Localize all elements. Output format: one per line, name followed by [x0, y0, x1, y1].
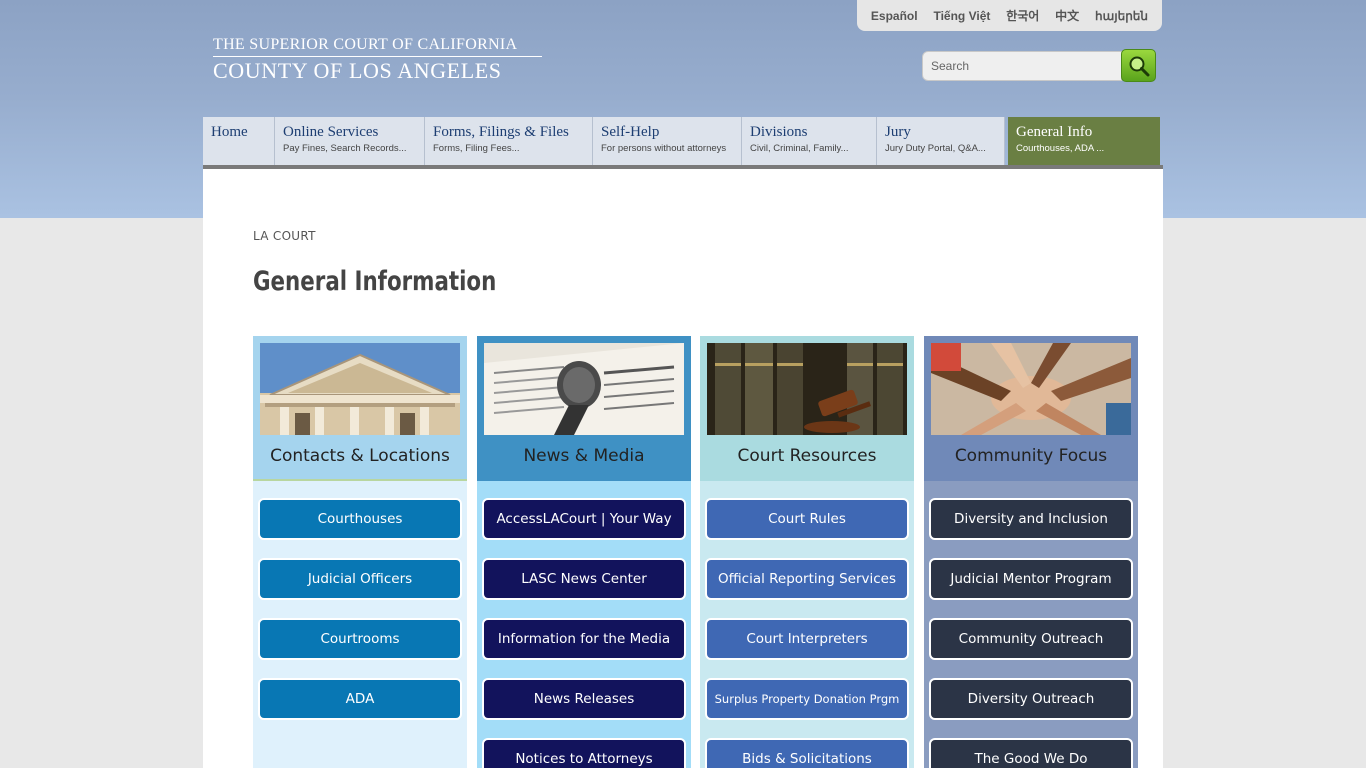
lang-spanish[interactable]: Español	[871, 9, 918, 23]
courthouses-button[interactable]: Courthouses	[258, 498, 462, 540]
nav-self-help-sub: For persons without attorneys	[601, 143, 727, 154]
nav-online-services-title: Online Services	[283, 124, 379, 140]
column-header: Community Focus	[924, 336, 1138, 481]
nav-self-help-title: Self-Help	[601, 124, 660, 140]
column-title: Community Focus	[954, 446, 1108, 466]
main-content: LA COURT General Information Contacts & …	[203, 169, 1163, 768]
law-books-gavel-image	[707, 343, 907, 435]
column-header: Court Resources	[700, 336, 914, 481]
search-button[interactable]	[1121, 49, 1156, 82]
nav-jury-title: Jury	[885, 124, 911, 140]
courtrooms-button[interactable]: Courtrooms	[258, 618, 462, 660]
nav-divisions-title: Divisions	[750, 124, 808, 140]
good-we-do-button[interactable]: The Good We Do	[929, 738, 1133, 768]
judicial-officers-button[interactable]: Judicial Officers	[258, 558, 462, 600]
nav-self-help[interactable]: Self-Help For persons without attorneys	[593, 117, 742, 165]
nav-general-info-title: General Info	[1016, 124, 1093, 140]
courthouse-image	[260, 343, 460, 435]
logo-line1: THE SUPERIOR COURT OF CALIFORNIA	[213, 36, 518, 53]
column-title: Court Resources	[737, 446, 877, 466]
page-title: General Information	[253, 266, 497, 297]
main-nav: Home Online Services Pay Fines, Search R…	[203, 117, 1163, 165]
nav-jury[interactable]: Jury Jury Duty Portal, Q&A...	[877, 117, 1005, 165]
notices-to-attorneys-button[interactable]: Notices to Attorneys	[482, 738, 686, 768]
column-links: AccessLACourt | Your Way LASC News Cente…	[477, 481, 691, 768]
logo-rule	[213, 56, 542, 57]
nav-forms-title: Forms, Filings & Files	[433, 124, 569, 140]
nav-divisions-sub: Civil, Criminal, Family...	[750, 143, 849, 154]
court-interpreters-button[interactable]: Court Interpreters	[705, 618, 909, 660]
joined-hands-image	[931, 343, 1131, 435]
lang-vietnamese[interactable]: Tiếng Việt	[933, 9, 990, 23]
newspaper-microphone-image	[484, 343, 684, 435]
nav-general-info[interactable]: General Info Courthouses, ADA ...	[1008, 117, 1160, 165]
nav-jury-sub: Jury Duty Portal, Q&A...	[885, 143, 986, 154]
diversity-inclusion-button[interactable]: Diversity and Inclusion	[929, 498, 1133, 540]
lasc-news-center-button[interactable]: LASC News Center	[482, 558, 686, 600]
logo-line2: COUNTY OF LOS ANGELES	[213, 58, 502, 83]
ada-button[interactable]: ADA	[258, 678, 462, 720]
nav-online-services-sub: Pay Fines, Search Records...	[283, 143, 407, 154]
search-input[interactable]: Search	[922, 51, 1122, 81]
nav-general-info-sub: Courthouses, ADA ...	[1016, 143, 1105, 154]
nav-home-title: Home	[211, 124, 248, 140]
official-reporting-services-button[interactable]: Official Reporting Services	[705, 558, 909, 600]
lang-armenian[interactable]: հայերեն	[1095, 9, 1148, 23]
accesslacourt-button[interactable]: AccessLACourt | Your Way	[482, 498, 686, 540]
diversity-outreach-button[interactable]: Diversity Outreach	[929, 678, 1133, 720]
lang-korean[interactable]: 한국어	[1006, 7, 1039, 24]
information-for-media-button[interactable]: Information for the Media	[482, 618, 686, 660]
column-links: Court Rules Official Reporting Services …	[700, 481, 914, 768]
site-logo[interactable]: THE SUPERIOR COURT OF CALIFORNIA COUNTY …	[213, 36, 543, 83]
nav-home[interactable]: Home	[203, 117, 275, 165]
column-court-resources: Court Resources Court Rules Official Rep…	[700, 336, 914, 768]
news-releases-button[interactable]: News Releases	[482, 678, 686, 720]
column-links: Diversity and Inclusion Judicial Mentor …	[924, 481, 1138, 768]
nav-online-services[interactable]: Online Services Pay Fines, Search Record…	[275, 117, 425, 165]
bids-solicitations-button[interactable]: Bids & Solicitations	[705, 738, 909, 768]
language-bar: Español Tiếng Việt 한국어 中文 հայերեն	[857, 0, 1162, 31]
column-title: Contacts & Locations	[270, 446, 450, 466]
nav-forms-sub: Forms, Filing Fees...	[433, 143, 520, 154]
magnifier-icon	[1129, 56, 1149, 76]
column-community-focus: Community Focus Diversity and Inclusion …	[924, 336, 1138, 768]
column-links: Courthouses Judicial Officers Courtrooms…	[253, 481, 467, 720]
judicial-mentor-program-button[interactable]: Judicial Mentor Program	[929, 558, 1133, 600]
column-news-media: News & Media AccessLACourt | Your Way LA…	[477, 336, 691, 768]
court-rules-button[interactable]: Court Rules	[705, 498, 909, 540]
nav-forms[interactable]: Forms, Filings & Files Forms, Filing Fee…	[425, 117, 593, 165]
column-contacts-locations: Contacts & Locations Courthouses Judicia…	[253, 336, 467, 768]
column-header: News & Media	[477, 336, 691, 481]
nav-divisions[interactable]: Divisions Civil, Criminal, Family...	[742, 117, 877, 165]
column-header: Contacts & Locations	[253, 336, 467, 481]
surplus-property-donation-button[interactable]: Surplus Property Donation Prgm	[705, 678, 909, 720]
community-outreach-button[interactable]: Community Outreach	[929, 618, 1133, 660]
breadcrumb[interactable]: LA COURT	[253, 229, 316, 243]
column-title: News & Media	[523, 446, 645, 466]
lang-chinese[interactable]: 中文	[1055, 7, 1079, 24]
